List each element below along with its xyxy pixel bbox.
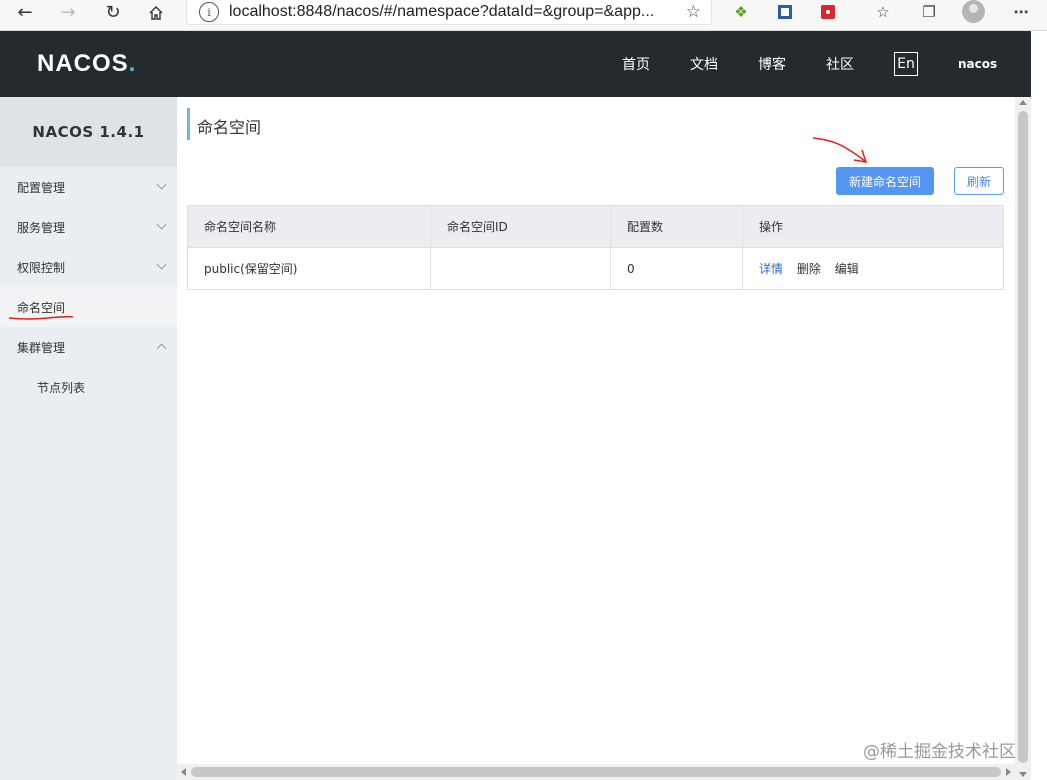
page-title: 命名空间 [197,118,262,137]
column-header-name: 命名空间名称 [187,205,431,248]
browser-toolbar: ← → ↻ i localhost:8848/nacos/#/namespace… [0,0,1047,31]
page-edge [1031,31,1047,780]
user-name[interactable]: nacos [958,57,997,71]
sidebar-item-access-control[interactable]: 权限控制 [0,247,177,287]
refresh-button[interactable]: 刷新 [954,167,1004,195]
scrollbar-thumb[interactable] [1018,111,1028,763]
nav-community[interactable]: 社区 [826,54,854,74]
collections-icon[interactable]: ❐ [918,2,940,22]
delete-link[interactable]: 删除 [797,262,821,276]
chevron-down-icon [156,259,167,270]
favorites-icon[interactable]: ☆ [872,2,894,22]
sidebar-item-label: 权限控制 [17,260,66,275]
sidebar-title: NACOS 1.4.1 [0,97,177,167]
nacos-logo[interactable]: NACOS. [37,50,136,78]
watermark: @稀土掘金技术社区 [863,742,1016,762]
horizontal-scrollbar[interactable] [177,764,1015,780]
extension-icon[interactable]: ❖ [730,2,752,22]
chevron-down-icon [156,219,167,230]
scroll-right-icon[interactable] [1006,768,1011,776]
nav-blog[interactable]: 博客 [758,54,786,74]
url-text[interactable]: localhost:8848/nacos/#/namespace?dataId=… [229,3,669,21]
sidebar: NACOS 1.4.1 配置管理 服务管理 权限控制 命名空间 集群管理 节点列… [0,97,177,780]
table-row: public(保留空间) 0 详情 删除 编辑 [187,247,1004,290]
red-underline-annotation [8,315,74,320]
scroll-down-icon[interactable] [1019,772,1027,777]
new-namespace-button[interactable]: 新建命名空间 [836,167,934,195]
extension-icon[interactable] [774,2,796,22]
column-header-id: 命名空间ID [430,205,611,248]
chevron-up-icon [156,343,167,354]
details-link[interactable]: 详情 [759,262,783,276]
sidebar-item-label: 集群管理 [17,340,66,355]
namespace-name-cell: public(保留空间) [187,247,431,290]
edit-link[interactable]: 编辑 [835,262,859,276]
scroll-left-icon[interactable] [181,768,186,776]
vertical-scrollbar[interactable] [1015,97,1031,780]
scroll-up-icon[interactable] [1019,100,1027,105]
chevron-down-icon [156,179,167,190]
operations-cell: 详情 删除 编辑 [742,247,1004,290]
more-menu-icon[interactable]: ⋯ [1010,2,1032,22]
config-count-cell: 0 [610,247,743,290]
sidebar-item-config-management[interactable]: 配置管理 [0,167,177,207]
nav-docs[interactable]: 文档 [690,54,718,74]
home-icon[interactable] [141,0,171,25]
extension-icon[interactable] [817,2,839,22]
scrollbar-thumb[interactable] [191,767,1001,777]
column-header-config-count: 配置数 [610,205,743,248]
sidebar-item-namespace[interactable]: 命名空间 [0,287,177,327]
language-toggle-button[interactable]: En [894,52,918,76]
sidebar-item-service-management[interactable]: 服务管理 [0,207,177,247]
refresh-icon[interactable]: ↻ [98,0,128,25]
sidebar-item-cluster-management[interactable]: 集群管理 [0,327,177,367]
red-arrow-annotation [812,137,868,163]
sidebar-item-label: 配置管理 [17,180,66,195]
namespace-table: 命名空间名称 命名空间ID 配置数 操作 public(保留空间) 0 详情 删… [187,205,1004,290]
profile-avatar[interactable] [962,0,985,23]
column-header-operations: 操作 [742,205,1004,248]
sidebar-item-label: 服务管理 [17,220,66,235]
forward-arrow-icon[interactable]: → [53,0,83,25]
title-accent-bar [187,108,190,140]
back-arrow-icon[interactable]: ← [10,0,40,25]
table-header-row: 命名空间名称 命名空间ID 配置数 操作 [187,205,1004,248]
top-navigation: NACOS. 首页 文档 博客 社区 En nacos [0,31,1031,97]
sidebar-item-node-list[interactable]: 节点列表 [0,367,177,407]
favorite-star-icon[interactable]: ☆ [686,2,701,22]
nav-home[interactable]: 首页 [622,54,650,74]
address-bar[interactable]: i localhost:8848/nacos/#/namespace?dataI… [186,0,712,25]
sidebar-item-label: 命名空间 [17,300,66,315]
site-info-icon[interactable]: i [199,2,219,22]
namespace-id-cell [430,247,611,290]
sidebar-item-label: 节点列表 [37,380,86,395]
